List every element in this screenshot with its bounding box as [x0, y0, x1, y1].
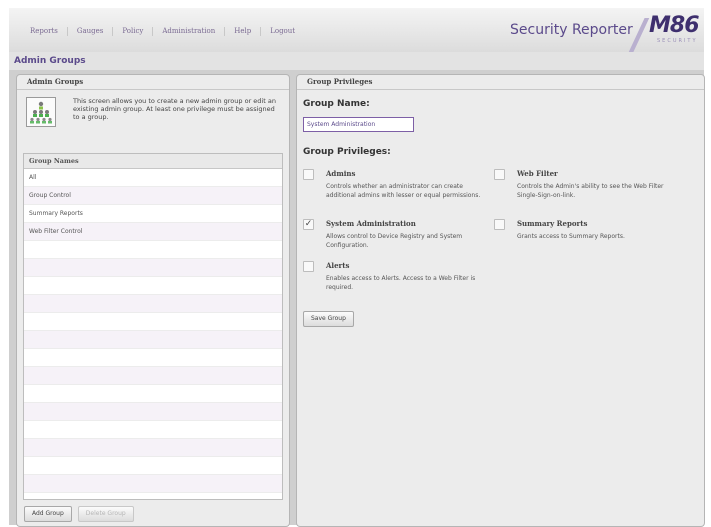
main-nav: Reports Gauges Policy Administration Hel… — [21, 27, 304, 36]
privilege-description: Controls the Admin's ability to see the … — [517, 183, 664, 199]
logo-subtext: SECURITY — [657, 38, 698, 44]
group-hierarchy-icon — [26, 97, 56, 127]
company-logo: M86 SECURITY — [649, 14, 701, 46]
nav-administration[interactable]: Administration — [153, 27, 226, 36]
privilege-label: Summary Reports — [517, 219, 588, 228]
empty-row — [24, 331, 282, 349]
group-name-label: Group Name: — [303, 99, 370, 109]
empty-row — [24, 295, 282, 313]
page-title-bar: Admin Groups — [9, 52, 704, 70]
admins-checkbox[interactable] — [303, 169, 314, 180]
app-window: Reports Gauges Policy Administration Hel… — [9, 8, 705, 527]
group-names-header: Group Names — [24, 154, 282, 169]
page-title: Admin Groups — [14, 56, 86, 66]
list-item[interactable]: Web Filter Control — [24, 223, 282, 241]
empty-row — [24, 241, 282, 259]
logo-text: M86 — [649, 13, 700, 38]
summary-reports-checkbox[interactable] — [494, 219, 505, 230]
nav-reports[interactable]: Reports — [21, 27, 68, 36]
privilege-description: Enables access to Alerts. Access to a We… — [326, 275, 476, 291]
empty-row — [24, 493, 282, 499]
intro-text: This screen allows you to create a new a… — [73, 97, 276, 121]
group-privileges-label: Group Privileges: — [303, 147, 391, 157]
admin-groups-panel-title: Admin Groups — [17, 75, 289, 90]
empty-row — [24, 439, 282, 457]
nav-help[interactable]: Help — [225, 27, 262, 36]
alerts-checkbox[interactable] — [303, 261, 314, 272]
empty-row — [24, 367, 282, 385]
top-header: Reports Gauges Policy Administration Hel… — [9, 8, 704, 53]
system-administration-checkbox[interactable]: ✓ — [303, 219, 314, 230]
group-privileges-panel-title: Group Privileges — [297, 75, 704, 90]
list-item[interactable]: All — [24, 169, 282, 187]
empty-row — [24, 475, 282, 493]
add-group-button[interactable]: Add Group — [24, 506, 72, 522]
admin-groups-panel: Admin Groups This screen allows you to c… — [16, 74, 290, 527]
list-item[interactable]: Summary Reports — [24, 205, 282, 223]
group-actions: Add Group Delete Group — [24, 506, 134, 522]
group-privileges-panel: Group Privileges Group Name: System Admi… — [296, 74, 705, 527]
empty-row — [24, 313, 282, 331]
group-name-field[interactable]: System Administration — [303, 117, 414, 132]
empty-row — [24, 385, 282, 403]
privilege-description: Allows control to Device Registry and Sy… — [326, 233, 463, 249]
product-name: Security Reporter — [510, 22, 633, 38]
save-group-button[interactable]: Save Group — [303, 311, 354, 327]
privilege-label: Web Filter — [517, 169, 558, 178]
empty-row — [24, 421, 282, 439]
empty-row — [24, 457, 282, 475]
privilege-label: Admins — [326, 169, 356, 178]
empty-row — [24, 277, 282, 295]
nav-logout[interactable]: Logout — [261, 27, 304, 36]
privilege-description: Grants access to Summary Reports. — [517, 233, 625, 240]
group-names-list: Group Names All Group Control Summary Re… — [23, 153, 283, 500]
empty-row — [24, 259, 282, 277]
web-filter-checkbox[interactable] — [494, 169, 505, 180]
intro-section: This screen allows you to create a new a… — [26, 97, 284, 133]
list-item[interactable]: Group Control — [24, 187, 282, 205]
delete-group-button[interactable]: Delete Group — [77, 506, 134, 522]
privilege-label: Alerts — [326, 261, 350, 270]
empty-row — [24, 403, 282, 421]
privilege-description: Controls whether an administrator can cr… — [326, 183, 481, 199]
nav-gauges[interactable]: Gauges — [68, 27, 114, 36]
empty-row — [24, 349, 282, 367]
privilege-label: System Administration — [326, 219, 416, 228]
nav-policy[interactable]: Policy — [113, 27, 154, 36]
